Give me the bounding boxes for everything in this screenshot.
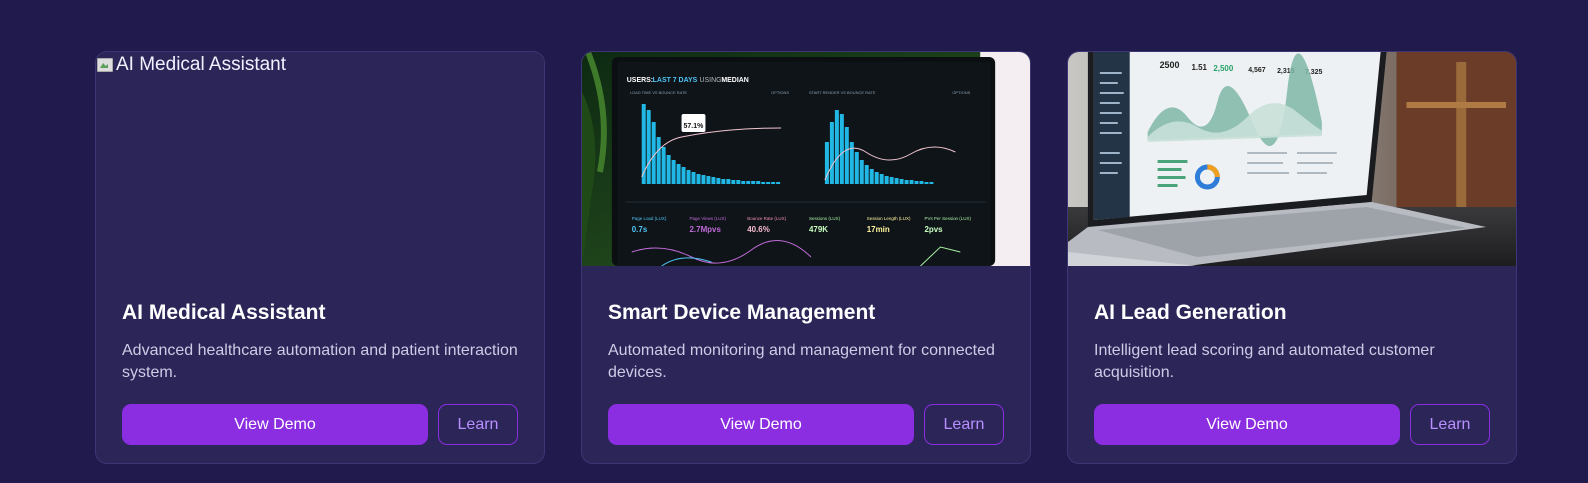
card-image-broken: AI Medical Assistant <box>96 52 544 266</box>
card-actions: View Demo Learn <box>1094 404 1490 445</box>
learn-button[interactable]: Learn <box>1410 404 1490 445</box>
panel-left-title: LOAD TIME VS BOUNCE RATE <box>630 90 688 95</box>
broken-image-icon <box>96 57 114 73</box>
panel-left-options: OPTIONS <box>771 90 789 95</box>
card-title: Smart Device Management <box>608 301 876 324</box>
screen-header-users: USERS: <box>627 77 653 84</box>
card-description: Advanced healthcare automation and patie… <box>122 342 518 381</box>
tooltip-value: 57.1% <box>684 123 705 130</box>
card-body: AI Medical Assistant Advanced healthcare… <box>96 266 544 463</box>
metric-3-value: 40.6% <box>747 225 770 234</box>
screen-header-using: USING <box>699 77 721 84</box>
metric-5-label: Session Length (LUX) <box>867 216 911 221</box>
services-grid: AI Medical Assistant AI Medical Assistan… <box>95 51 1517 464</box>
metric-4-label: Sessions (LUX) <box>809 216 841 221</box>
metric-4-value: 479K <box>809 225 828 234</box>
card-description: Intelligent lead scoring and automated c… <box>1094 342 1435 381</box>
service-card-ai-medical-assistant: AI Medical Assistant AI Medical Assistan… <box>95 51 545 464</box>
panel-right-options: OPTIONS <box>952 90 970 95</box>
card-body: AI Lead Generation Intelligent lead scor… <box>1068 266 1516 463</box>
laptop-dashboard-photo: 2500 1.51 2,500 4,567 2,315 7,325 <box>1068 52 1516 266</box>
card-title: AI Medical Assistant <box>122 301 326 324</box>
card-description: Automated monitoring and management for … <box>608 342 995 381</box>
card-actions: View Demo Learn <box>122 404 518 445</box>
view-demo-button[interactable]: View Demo <box>608 404 914 445</box>
screen-header-last: LAST 7 DAYS <box>653 77 698 84</box>
card-title: AI Lead Generation <box>1094 301 1287 324</box>
stat-3: 2,500 <box>1213 64 1233 73</box>
metric-2-value: 2.7Mpvs <box>690 225 722 234</box>
metric-3-label: Bounce Rate (LUX) <box>747 216 786 221</box>
metric-1-value: 0.7s <box>632 225 648 234</box>
screen-header-median: MEDIAN <box>721 77 748 84</box>
broken-image-alt: AI Medical Assistant <box>96 54 286 76</box>
view-demo-button[interactable]: View Demo <box>1094 404 1400 445</box>
metric-2-label: Page Views (LUX) <box>690 216 727 221</box>
metric-6-value: 2pvs <box>924 225 943 234</box>
service-card-ai-lead-generation: 2500 1.51 2,500 4,567 2,315 7,325 AI Lea… <box>1067 51 1517 464</box>
card-body: Smart Device Management Automated monito… <box>582 266 1030 463</box>
metric-5-value: 17min <box>867 225 890 234</box>
learn-button[interactable]: Learn <box>438 404 518 445</box>
learn-button[interactable]: Learn <box>924 404 1004 445</box>
stat-4: 4,567 <box>1248 67 1266 74</box>
image-alt-text: AI Medical Assistant <box>116 54 287 75</box>
card-actions: View Demo Learn <box>608 404 1004 445</box>
metric-6-label: PVs Per Session (LUX) <box>924 216 971 221</box>
stat-1: 2500 <box>1160 60 1180 70</box>
card-image-analytics-monitor: USERS: LAST 7 DAYS USING MEDIAN LOAD TIM… <box>582 52 1030 266</box>
panel-right-title: START RENDER VS BOUNCE RATE <box>809 90 876 95</box>
card-image-laptop-dashboard: 2500 1.51 2,500 4,567 2,315 7,325 <box>1068 52 1516 266</box>
view-demo-button[interactable]: View Demo <box>122 404 428 445</box>
service-card-smart-device-management: USERS: LAST 7 DAYS USING MEDIAN LOAD TIM… <box>581 51 1031 464</box>
analytics-monitor-photo: USERS: LAST 7 DAYS USING MEDIAN LOAD TIM… <box>582 52 1030 266</box>
metric-1-label: Page Load (LUX) <box>632 216 667 221</box>
stat-2: 1.51 <box>1191 63 1207 72</box>
